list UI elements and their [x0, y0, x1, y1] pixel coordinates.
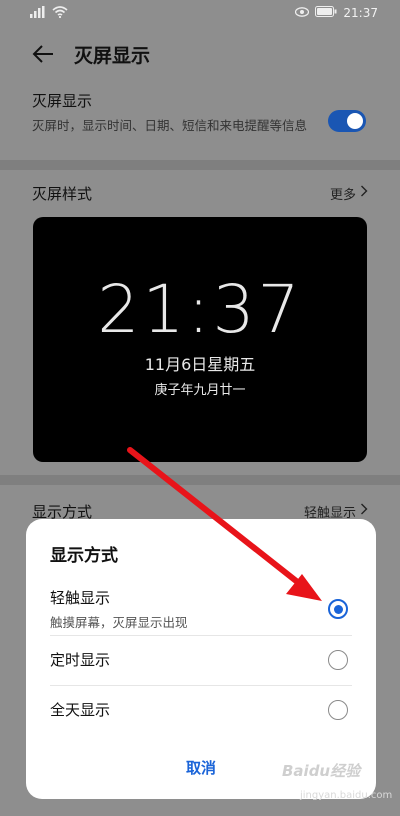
page-title: 灭屏显示 — [74, 44, 151, 67]
status-time: 21:37 — [343, 6, 378, 20]
section-divider — [0, 475, 400, 485]
preview-lunar-date: 庚子年九月廿一 — [154, 383, 246, 398]
radio-button[interactable] — [328, 649, 348, 670]
option-tap-display[interactable]: 轻触显示 触摸屏幕，灭屏显示出现 — [50, 587, 352, 631]
aod-setting-title: 灭屏显示 — [32, 92, 93, 110]
toggle-knob — [347, 113, 363, 129]
more-link[interactable]: 更多 — [330, 184, 368, 203]
option-scheduled-display[interactable]: 定时显示 — [50, 649, 352, 670]
dialog-title: 显示方式 — [50, 546, 118, 566]
more-label: 更多 — [329, 187, 356, 203]
option-divider — [50, 685, 352, 686]
back-arrow-icon[interactable] — [30, 41, 56, 67]
status-left — [30, 5, 68, 21]
app-bar: 灭屏显示 — [0, 26, 400, 82]
option-label: 定时显示 — [50, 651, 111, 669]
option-divider — [50, 635, 352, 636]
option-description: 触摸屏幕，灭屏显示出现 — [50, 615, 188, 630]
option-text: 全天显示 — [50, 699, 110, 720]
display-mode-value: 轻触显示 — [304, 502, 368, 521]
preview-clock: 21:37 — [97, 271, 303, 348]
style-section-title: 灭屏样式 — [32, 184, 93, 203]
watermark-logo: Baidu经验 — [282, 762, 361, 780]
aod-toggle[interactable] — [328, 110, 366, 132]
chevron-right-icon — [360, 185, 368, 201]
option-all-day-display[interactable]: 全天显示 — [50, 699, 352, 720]
display-mode-dialog: 显示方式 轻触显示 触摸屏幕，灭屏显示出现 定时显示 全天显示 取消 — [26, 519, 376, 799]
status-bar: 21:37 — [0, 0, 400, 26]
display-mode-current: 轻触显示 — [303, 505, 356, 521]
option-text: 定时显示 — [50, 649, 110, 670]
style-section-header: 灭屏样式 更多 — [32, 178, 368, 208]
watermark-url: jingyan.baidu.com — [300, 790, 393, 801]
aod-setting-row[interactable]: 灭屏显示 灭屏时，显示时间、日期、短信和来电提醒等信息 — [0, 90, 400, 158]
wifi-icon — [52, 5, 68, 21]
status-right: 21:37 — [295, 6, 378, 20]
section-divider — [0, 160, 400, 170]
preview-date: 11月6日星期五 — [144, 355, 256, 374]
radio-button[interactable] — [328, 699, 348, 720]
option-text: 轻触显示 触摸屏幕，灭屏显示出现 — [50, 587, 188, 631]
radio-button-checked[interactable] — [328, 599, 348, 619]
aod-style-preview[interactable]: 21:37 11月6日星期五 庚子年九月廿一 — [33, 217, 367, 462]
aod-setting-description: 灭屏时，显示时间、日期、短信和来电提醒等信息 — [32, 118, 308, 133]
battery-icon — [315, 6, 337, 20]
chevron-right-icon — [360, 503, 368, 519]
option-label: 轻触显示 — [50, 589, 111, 607]
option-label: 全天显示 — [50, 701, 111, 719]
signal-icon — [30, 5, 46, 21]
eye-icon — [295, 6, 310, 20]
